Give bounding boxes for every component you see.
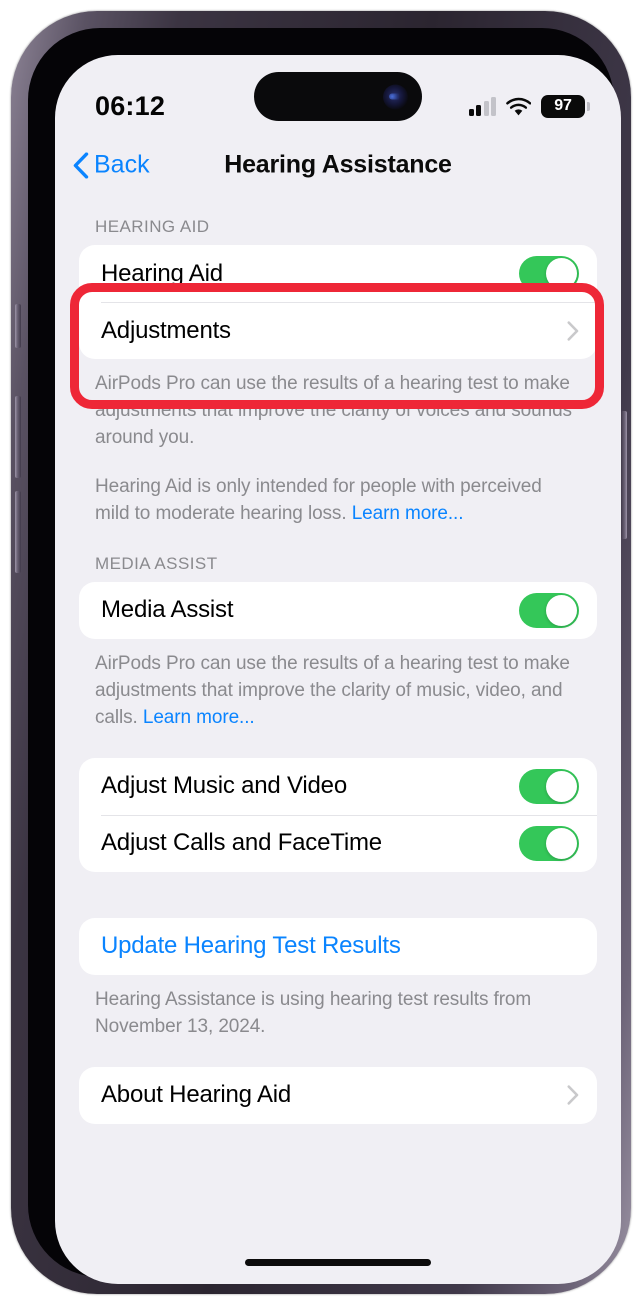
volume-down-button[interactable] [15,491,21,573]
toggle-media-assist[interactable] [519,592,579,628]
row-label-adjustments: Adjustments [101,316,231,344]
row-about-hearing-aid[interactable]: About Hearing Aid [79,1067,597,1124]
power-button[interactable] [621,411,627,539]
section-header-hearing-aid: HEARING AID [95,217,210,236]
group-hearing-aid: Hearing Aid Adjustments [79,245,597,359]
row-label-hearing-aid: Hearing Aid [101,259,223,287]
settings-content: HEARING AID Hearing Aid Adjustments AirP… [55,191,621,1284]
row-label-media-assist: Media Assist [101,596,234,624]
dynamic-island[interactable] [254,72,422,121]
footnote-hearing-aid-2: Hearing Aid is only intended for people … [79,452,597,528]
page-title: Hearing Assistance [224,150,452,179]
footnote-media-assist: AirPods Pro can use the results of a hea… [79,639,597,732]
navigation-bar: Back Hearing Assistance [55,139,621,191]
learn-more-link-hearing-aid[interactable]: Learn more... [352,503,464,524]
row-label-adjust-music-video: Adjust Music and Video [101,772,347,800]
update-hearing-test-results-button[interactable]: Update Hearing Test Results [101,932,401,960]
group-adjust: Adjust Music and Video Adjust Calls and … [79,757,597,872]
chevron-right-icon [567,1085,579,1105]
group-media-assist: Media Assist [79,581,597,639]
status-indicators: 97 [468,94,590,118]
phone-frame: 06:12 97 Back Hearing Assistance HEARING… [11,11,631,1294]
row-media-assist[interactable]: Media Assist [79,582,597,639]
row-adjust-music-video[interactable]: Adjust Music and Video [79,758,597,815]
battery-icon: 97 [541,94,590,118]
toggle-knob [546,827,577,859]
battery-percent: 97 [554,97,572,114]
learn-more-link-media-assist[interactable]: Learn more... [143,707,255,728]
status-time: 06:12 [95,90,166,121]
volume-up-button[interactable] [15,396,21,478]
toggle-hearing-aid[interactable] [519,256,579,291]
toggle-adjust-calls-facetime[interactable] [519,825,579,861]
wifi-icon [506,97,532,116]
row-hearing-aid[interactable]: Hearing Aid [79,245,597,302]
group-about: About Hearing Aid [79,1066,597,1124]
action-button[interactable] [15,304,21,348]
section-header-media-assist: MEDIA ASSIST [95,553,218,573]
toggle-knob [546,258,577,289]
phone-screen: 06:12 97 Back Hearing Assistance HEARING… [55,55,621,1284]
home-indicator[interactable] [245,1259,431,1266]
toggle-knob [546,594,577,626]
row-update-hearing-test-results[interactable]: Update Hearing Test Results [79,918,597,975]
cellular-signal-icon [468,96,496,116]
phone-bezel: 06:12 97 Back Hearing Assistance HEARING… [28,28,621,1284]
row-label-adjust-calls-facetime: Adjust Calls and FaceTime [101,829,382,857]
footnote-hearing-aid-2-text: Hearing Aid is only intended for people … [95,475,542,524]
front-camera-icon [383,84,408,109]
group-update-test-results: Update Hearing Test Results [79,917,597,975]
chevron-right-icon [567,320,579,341]
footnote-test-results: Hearing Assistance is using hearing test… [95,988,532,1037]
row-label-about-hearing-aid: About Hearing Aid [101,1081,292,1109]
toggle-knob [546,770,577,802]
row-adjust-calls-facetime[interactable]: Adjust Calls and FaceTime [79,814,597,872]
toggle-adjust-music-video[interactable] [519,768,579,804]
row-adjustments[interactable]: Adjustments [79,302,597,359]
footnote-hearing-aid-1: AirPods Pro can use the results of a hea… [95,373,572,448]
